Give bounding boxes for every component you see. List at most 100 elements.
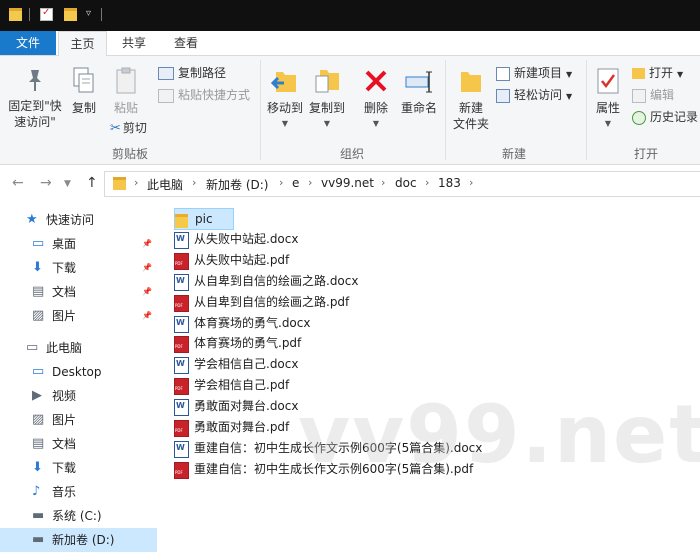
new-folder-button[interactable]: 新建 文件夹 bbox=[448, 66, 494, 132]
file-name: 从失败中站起.pdf bbox=[194, 252, 290, 267]
nav-item-label: Desktop bbox=[52, 365, 102, 379]
nav-item-label: 音乐 bbox=[52, 485, 77, 499]
properties-label: 属性 bbox=[595, 101, 620, 115]
nav-item[interactable]: ▬ 新加卷 (D:) bbox=[0, 528, 157, 552]
nav-item-label: 下载 bbox=[52, 261, 77, 275]
rename-button[interactable]: 重命名 bbox=[397, 66, 441, 116]
open-icon bbox=[632, 68, 645, 79]
word-document-icon bbox=[174, 440, 189, 458]
copy-to-label: 复制到 bbox=[308, 101, 345, 115]
chevron-down-icon: ▼ bbox=[566, 92, 573, 101]
pdf-document-icon bbox=[174, 252, 189, 270]
easy-access-icon bbox=[496, 88, 510, 103]
new-item-icon bbox=[496, 66, 510, 81]
new-group-label: 新建 bbox=[501, 147, 526, 161]
file-name: 从失败中站起.docx bbox=[194, 231, 299, 246]
pin-icon bbox=[29, 70, 41, 91]
file-name: 从自卑到自信的绘画之路.docx bbox=[194, 273, 359, 288]
copy-path-button[interactable]: 复制路径 bbox=[158, 65, 226, 81]
pdf-document-icon bbox=[174, 420, 189, 437]
breadcrumb-this-pc[interactable]: 此电脑 bbox=[147, 176, 183, 193]
cut-button[interactable]: ✂ 剪切 bbox=[110, 120, 147, 137]
history-button[interactable]: 历史记录 bbox=[632, 109, 698, 125]
nav-item[interactable]: ♪ 音乐 bbox=[0, 480, 157, 504]
nav-item[interactable]: ▤ 文档 bbox=[0, 432, 157, 456]
properties-icon bbox=[597, 68, 619, 94]
separator bbox=[101, 8, 102, 21]
move-to-label: 移动到 bbox=[266, 101, 303, 115]
pin-to-quick-access-button[interactable]: 固定到"快 速访问" bbox=[4, 66, 66, 130]
nav-item[interactable]: ▭ 此电脑 bbox=[0, 336, 157, 360]
paste-shortcut-label: 粘贴快捷方式 bbox=[178, 88, 251, 102]
rename-label: 重命名 bbox=[400, 101, 437, 115]
nav-item[interactable]: ▭ Desktop bbox=[0, 360, 157, 384]
tab-home[interactable]: 主页 bbox=[58, 31, 107, 57]
open-button[interactable]: 打开 ▼ bbox=[632, 65, 683, 83]
title-bar: ▿ bbox=[0, 0, 700, 31]
edit-icon bbox=[632, 88, 646, 103]
tab-view[interactable]: 查看 bbox=[164, 31, 208, 55]
nav-item-label: 此电脑 bbox=[46, 341, 83, 355]
nav-item-label: 系统 (C:) bbox=[52, 509, 102, 523]
nav-item[interactable]: ▶ 视频 bbox=[0, 384, 157, 408]
easy-access-button[interactable]: 轻松访问 ▼ bbox=[496, 87, 572, 105]
breadcrumb-doc[interactable]: doc bbox=[395, 176, 417, 190]
nav-item[interactable]: ▨ 图片 bbox=[0, 408, 157, 432]
document-icon: ▤ bbox=[32, 436, 45, 451]
separator bbox=[29, 8, 30, 21]
new-folder-label-line2: 文件夹 bbox=[452, 117, 489, 131]
tab-share[interactable]: 共享 bbox=[112, 31, 156, 55]
clipboard-group-label: 剪贴板 bbox=[111, 147, 148, 161]
download-icon: ⬇ bbox=[32, 260, 43, 275]
folder-icon bbox=[175, 214, 188, 228]
nav-item[interactable]: ▨ 图片 📌 bbox=[0, 304, 157, 328]
forward-arrow-icon[interactable]: → bbox=[40, 175, 52, 191]
nav-item[interactable]: ⬇ 下载 📌 bbox=[0, 256, 157, 280]
edit-button[interactable]: 编辑 bbox=[632, 87, 674, 103]
copy-to-button[interactable]: 复制到 ▼ bbox=[306, 66, 348, 132]
paste-button[interactable]: 粘贴 bbox=[106, 66, 146, 116]
pin-icon: 📌 bbox=[142, 239, 152, 248]
recent-locations-icon[interactable]: ▼ bbox=[64, 179, 71, 189]
file-name: 学会相信自己.pdf bbox=[194, 378, 290, 393]
group-separator bbox=[260, 60, 261, 160]
paste-shortcut-button[interactable]: 粘贴快捷方式 bbox=[158, 87, 250, 103]
nav-item[interactable]: ▭ 桌面 📌 bbox=[0, 232, 157, 256]
file-row[interactable]: pic bbox=[174, 208, 234, 230]
chevron-down-icon: ▼ bbox=[677, 70, 684, 79]
back-arrow-icon[interactable]: ← bbox=[12, 175, 24, 191]
word-document-icon bbox=[174, 231, 189, 249]
breadcrumb-183[interactable]: 183 bbox=[438, 176, 461, 190]
document-icon: ▤ bbox=[32, 284, 45, 299]
file-list: pic 从失败中站起.docx 从失败中站起.pdf 从自卑到自信的绘画之路.docx… bbox=[157, 204, 700, 540]
chevron-down-icon[interactable]: ▿ bbox=[86, 8, 91, 19]
picture-icon: ▨ bbox=[32, 308, 45, 323]
watermark: vv99.net bbox=[298, 388, 700, 481]
breadcrumb-vv99[interactable]: vv99.net bbox=[321, 176, 374, 190]
nav-item-label: 快速访问 bbox=[46, 213, 95, 227]
new-folder-icon bbox=[461, 72, 481, 92]
tab-file[interactable]: 文件 bbox=[0, 31, 56, 55]
nav-item[interactable]: ★ 快速访问 bbox=[0, 208, 157, 232]
copy-button[interactable]: 复制 bbox=[66, 66, 102, 116]
address-bar[interactable]: › 此电脑 › 新加卷 (D:) › e › vv99.net › doc › … bbox=[104, 171, 700, 197]
nav-item-label: 文档 bbox=[52, 437, 77, 451]
nav-item[interactable]: ⬇ 下载 bbox=[0, 456, 157, 480]
new-folder-quick-icon[interactable] bbox=[64, 8, 77, 21]
nav-item[interactable]: ▤ 文档 📌 bbox=[0, 280, 157, 304]
delete-button[interactable]: 删除 ▼ bbox=[358, 66, 394, 132]
pin-label-line1: 固定到"快 bbox=[8, 99, 62, 113]
breadcrumb-drive-d[interactable]: 新加卷 (D:) bbox=[206, 176, 268, 193]
properties-quick-icon[interactable] bbox=[40, 7, 53, 21]
ribbon-tabs: 文件 主页 共享 查看 bbox=[0, 31, 700, 57]
chevron-down-icon: ▼ bbox=[323, 119, 331, 128]
up-arrow-icon[interactable]: ↑ bbox=[86, 175, 98, 191]
nav-item[interactable]: ▬ 系统 (C:) bbox=[0, 504, 157, 528]
paste-shortcut-icon bbox=[158, 88, 174, 103]
nav-item-label: 图片 bbox=[52, 413, 77, 427]
move-to-button[interactable]: 移动到 ▼ bbox=[264, 66, 306, 132]
breadcrumb-e[interactable]: e bbox=[292, 176, 299, 190]
properties-button[interactable]: 属性 ▼ bbox=[590, 66, 626, 132]
new-item-button[interactable]: 新建项目 ▼ bbox=[496, 65, 572, 83]
file-name: 从自卑到自信的绘画之路.pdf bbox=[194, 294, 350, 309]
